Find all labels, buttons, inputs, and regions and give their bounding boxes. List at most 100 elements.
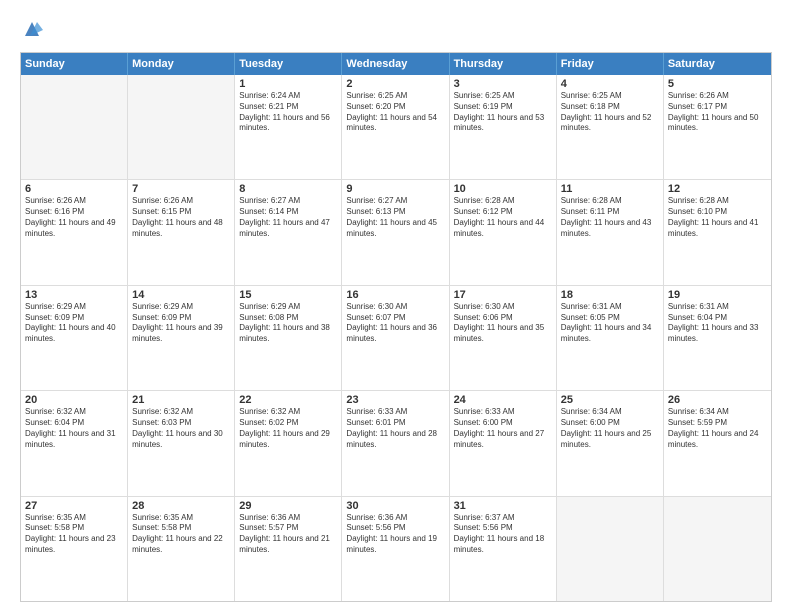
cell-info: Sunrise: 6:35 AM Sunset: 5:58 PM Dayligh…	[25, 513, 123, 556]
calendar-cell-28: 28Sunrise: 6:35 AM Sunset: 5:58 PM Dayli…	[128, 497, 235, 601]
cell-info: Sunrise: 6:32 AM Sunset: 6:02 PM Dayligh…	[239, 407, 337, 450]
day-number: 20	[25, 394, 123, 406]
cell-info: Sunrise: 6:24 AM Sunset: 6:21 PM Dayligh…	[239, 91, 337, 134]
weekday-header-sunday: Sunday	[21, 53, 128, 75]
cell-info: Sunrise: 6:37 AM Sunset: 5:56 PM Dayligh…	[454, 513, 552, 556]
calendar-cell-17: 17Sunrise: 6:30 AM Sunset: 6:06 PM Dayli…	[450, 286, 557, 390]
calendar-cell-3: 3Sunrise: 6:25 AM Sunset: 6:19 PM Daylig…	[450, 75, 557, 179]
day-number: 13	[25, 289, 123, 301]
calendar-header: SundayMondayTuesdayWednesdayThursdayFrid…	[21, 53, 771, 75]
calendar-cell-2: 2Sunrise: 6:25 AM Sunset: 6:20 PM Daylig…	[342, 75, 449, 179]
calendar-cell-12: 12Sunrise: 6:28 AM Sunset: 6:10 PM Dayli…	[664, 180, 771, 284]
day-number: 7	[132, 183, 230, 195]
calendar-cell-14: 14Sunrise: 6:29 AM Sunset: 6:09 PM Dayli…	[128, 286, 235, 390]
cell-info: Sunrise: 6:34 AM Sunset: 6:00 PM Dayligh…	[561, 407, 659, 450]
cell-info: Sunrise: 6:26 AM Sunset: 6:16 PM Dayligh…	[25, 196, 123, 239]
calendar-cell-18: 18Sunrise: 6:31 AM Sunset: 6:05 PM Dayli…	[557, 286, 664, 390]
weekday-header-saturday: Saturday	[664, 53, 771, 75]
calendar-cell-7: 7Sunrise: 6:26 AM Sunset: 6:15 PM Daylig…	[128, 180, 235, 284]
day-number: 24	[454, 394, 552, 406]
calendar-cell-21: 21Sunrise: 6:32 AM Sunset: 6:03 PM Dayli…	[128, 391, 235, 495]
calendar-cell-empty-0-1	[128, 75, 235, 179]
day-number: 12	[668, 183, 767, 195]
cell-info: Sunrise: 6:30 AM Sunset: 6:07 PM Dayligh…	[346, 302, 444, 345]
calendar-cell-8: 8Sunrise: 6:27 AM Sunset: 6:14 PM Daylig…	[235, 180, 342, 284]
day-number: 3	[454, 78, 552, 90]
calendar-cell-4: 4Sunrise: 6:25 AM Sunset: 6:18 PM Daylig…	[557, 75, 664, 179]
cell-info: Sunrise: 6:28 AM Sunset: 6:11 PM Dayligh…	[561, 196, 659, 239]
calendar-cell-10: 10Sunrise: 6:28 AM Sunset: 6:12 PM Dayli…	[450, 180, 557, 284]
cell-info: Sunrise: 6:31 AM Sunset: 6:05 PM Dayligh…	[561, 302, 659, 345]
day-number: 18	[561, 289, 659, 301]
weekday-header-tuesday: Tuesday	[235, 53, 342, 75]
calendar-row-2: 13Sunrise: 6:29 AM Sunset: 6:09 PM Dayli…	[21, 286, 771, 391]
day-number: 9	[346, 183, 444, 195]
calendar-cell-empty-4-5	[557, 497, 664, 601]
cell-info: Sunrise: 6:29 AM Sunset: 6:08 PM Dayligh…	[239, 302, 337, 345]
calendar-cell-9: 9Sunrise: 6:27 AM Sunset: 6:13 PM Daylig…	[342, 180, 449, 284]
calendar-cell-empty-4-6	[664, 497, 771, 601]
calendar-row-0: 1Sunrise: 6:24 AM Sunset: 6:21 PM Daylig…	[21, 75, 771, 180]
day-number: 10	[454, 183, 552, 195]
calendar-cell-23: 23Sunrise: 6:33 AM Sunset: 6:01 PM Dayli…	[342, 391, 449, 495]
day-number: 27	[25, 500, 123, 512]
cell-info: Sunrise: 6:27 AM Sunset: 6:13 PM Dayligh…	[346, 196, 444, 239]
day-number: 17	[454, 289, 552, 301]
calendar-cell-empty-0-0	[21, 75, 128, 179]
calendar-cell-26: 26Sunrise: 6:34 AM Sunset: 5:59 PM Dayli…	[664, 391, 771, 495]
day-number: 2	[346, 78, 444, 90]
calendar-body: 1Sunrise: 6:24 AM Sunset: 6:21 PM Daylig…	[21, 75, 771, 601]
day-number: 23	[346, 394, 444, 406]
cell-info: Sunrise: 6:28 AM Sunset: 6:10 PM Dayligh…	[668, 196, 767, 239]
cell-info: Sunrise: 6:25 AM Sunset: 6:20 PM Dayligh…	[346, 91, 444, 134]
weekday-header-thursday: Thursday	[450, 53, 557, 75]
cell-info: Sunrise: 6:29 AM Sunset: 6:09 PM Dayligh…	[25, 302, 123, 345]
weekday-header-friday: Friday	[557, 53, 664, 75]
cell-info: Sunrise: 6:29 AM Sunset: 6:09 PM Dayligh…	[132, 302, 230, 345]
cell-info: Sunrise: 6:28 AM Sunset: 6:12 PM Dayligh…	[454, 196, 552, 239]
cell-info: Sunrise: 6:26 AM Sunset: 6:15 PM Dayligh…	[132, 196, 230, 239]
calendar-cell-31: 31Sunrise: 6:37 AM Sunset: 5:56 PM Dayli…	[450, 497, 557, 601]
cell-info: Sunrise: 6:30 AM Sunset: 6:06 PM Dayligh…	[454, 302, 552, 345]
cell-info: Sunrise: 6:34 AM Sunset: 5:59 PM Dayligh…	[668, 407, 767, 450]
logo	[20, 18, 45, 42]
day-number: 16	[346, 289, 444, 301]
cell-info: Sunrise: 6:33 AM Sunset: 6:00 PM Dayligh…	[454, 407, 552, 450]
header	[20, 18, 772, 42]
day-number: 25	[561, 394, 659, 406]
calendar: SundayMondayTuesdayWednesdayThursdayFrid…	[20, 52, 772, 602]
cell-info: Sunrise: 6:36 AM Sunset: 5:56 PM Dayligh…	[346, 513, 444, 556]
day-number: 28	[132, 500, 230, 512]
calendar-cell-25: 25Sunrise: 6:34 AM Sunset: 6:00 PM Dayli…	[557, 391, 664, 495]
day-number: 15	[239, 289, 337, 301]
calendar-cell-29: 29Sunrise: 6:36 AM Sunset: 5:57 PM Dayli…	[235, 497, 342, 601]
day-number: 31	[454, 500, 552, 512]
day-number: 11	[561, 183, 659, 195]
cell-info: Sunrise: 6:26 AM Sunset: 6:17 PM Dayligh…	[668, 91, 767, 134]
calendar-row-3: 20Sunrise: 6:32 AM Sunset: 6:04 PM Dayli…	[21, 391, 771, 496]
cell-info: Sunrise: 6:25 AM Sunset: 6:18 PM Dayligh…	[561, 91, 659, 134]
cell-info: Sunrise: 6:32 AM Sunset: 6:03 PM Dayligh…	[132, 407, 230, 450]
day-number: 19	[668, 289, 767, 301]
calendar-cell-24: 24Sunrise: 6:33 AM Sunset: 6:00 PM Dayli…	[450, 391, 557, 495]
day-number: 14	[132, 289, 230, 301]
calendar-cell-11: 11Sunrise: 6:28 AM Sunset: 6:11 PM Dayli…	[557, 180, 664, 284]
cell-info: Sunrise: 6:36 AM Sunset: 5:57 PM Dayligh…	[239, 513, 337, 556]
cell-info: Sunrise: 6:27 AM Sunset: 6:14 PM Dayligh…	[239, 196, 337, 239]
calendar-cell-6: 6Sunrise: 6:26 AM Sunset: 6:16 PM Daylig…	[21, 180, 128, 284]
day-number: 1	[239, 78, 337, 90]
day-number: 29	[239, 500, 337, 512]
calendar-cell-1: 1Sunrise: 6:24 AM Sunset: 6:21 PM Daylig…	[235, 75, 342, 179]
cell-info: Sunrise: 6:25 AM Sunset: 6:19 PM Dayligh…	[454, 91, 552, 134]
weekday-header-wednesday: Wednesday	[342, 53, 449, 75]
calendar-cell-13: 13Sunrise: 6:29 AM Sunset: 6:09 PM Dayli…	[21, 286, 128, 390]
cell-info: Sunrise: 6:35 AM Sunset: 5:58 PM Dayligh…	[132, 513, 230, 556]
calendar-cell-20: 20Sunrise: 6:32 AM Sunset: 6:04 PM Dayli…	[21, 391, 128, 495]
calendar-cell-19: 19Sunrise: 6:31 AM Sunset: 6:04 PM Dayli…	[664, 286, 771, 390]
calendar-cell-30: 30Sunrise: 6:36 AM Sunset: 5:56 PM Dayli…	[342, 497, 449, 601]
logo-icon	[21, 18, 43, 40]
calendar-cell-22: 22Sunrise: 6:32 AM Sunset: 6:02 PM Dayli…	[235, 391, 342, 495]
day-number: 6	[25, 183, 123, 195]
day-number: 30	[346, 500, 444, 512]
day-number: 8	[239, 183, 337, 195]
